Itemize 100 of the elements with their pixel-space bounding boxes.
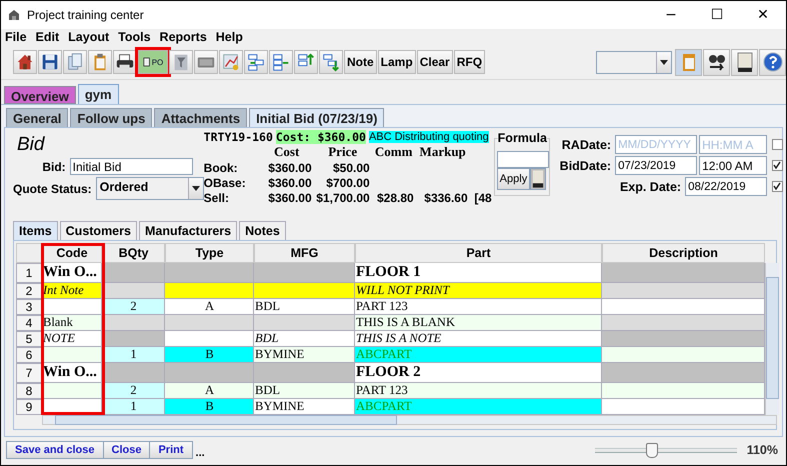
checkbox[interactable]: [772, 181, 784, 192]
row-label: OBase:: [204, 176, 247, 190]
toolbar-button[interactable]: Clear: [416, 50, 453, 74]
row-number: 7: [16, 363, 42, 384]
toolbar-button[interactable]: RFQ: [454, 50, 486, 74]
status-dropdown[interactable]: Ordered: [96, 177, 204, 200]
toolbar-button[interactable]: Lamp: [378, 50, 416, 74]
table-cell: FLOOR 2: [355, 363, 602, 384]
table-cell: 1: [102, 399, 165, 416]
table-cell: Win O...: [42, 263, 102, 284]
po-button[interactable]: PO: [138, 50, 168, 74]
tab[interactable]: General: [6, 108, 68, 128]
date-field[interactable]: MM/DD/YYYY: [615, 135, 698, 154]
price-value: [48: [473, 191, 493, 206]
horizontal-scrollbar[interactable]: [42, 415, 777, 426]
table-corner: [16, 243, 42, 264]
column-header[interactable]: Type: [165, 243, 254, 264]
group-title: Formula: [498, 131, 547, 146]
tab[interactable]: Attachments: [154, 108, 248, 128]
toolbar-button[interactable]: [113, 50, 137, 74]
date-field[interactable]: 08/22/2019: [685, 177, 768, 196]
price-value: $336.60: [423, 191, 469, 206]
footer-button[interactable]: Close: [102, 441, 150, 460]
field-label: Bid:: [42, 160, 66, 174]
column-header[interactable]: Part: [355, 243, 602, 264]
flowchart-icon: [321, 52, 341, 72]
time-field[interactable]: HH:MM A: [699, 135, 768, 154]
bid-field[interactable]: Initial Bid: [70, 158, 193, 176]
column-label: Cost: [273, 144, 300, 160]
price-value: $360.00: [267, 191, 313, 206]
quote-number: TRTY19-160: [204, 130, 273, 144]
column-header[interactable]: BQty: [102, 243, 165, 264]
footer-button[interactable]: Save and close: [6, 441, 104, 460]
menu-item[interactable]: Help: [216, 30, 243, 44]
table-cell: BDL: [254, 331, 355, 348]
toolbar-button[interactable]: Note: [344, 50, 377, 74]
row-label: Book:: [204, 161, 239, 176]
table-cell: NOTE: [42, 331, 102, 348]
row-number: 4: [16, 315, 42, 332]
table-cell: FLOOR 1: [355, 263, 602, 284]
toolbar-button[interactable]: [38, 50, 62, 74]
menu-item[interactable]: Tools: [118, 30, 151, 44]
calculator-button[interactable]: [530, 168, 546, 190]
table-cell: ABCPART: [355, 399, 602, 416]
more-label: ...: [196, 447, 205, 460]
row-number: 6: [16, 347, 42, 364]
time-field[interactable]: 12:00 AM: [699, 156, 768, 176]
table-cell: BDL: [254, 299, 355, 316]
cost-label: Cost: $360.00: [276, 130, 366, 144]
tab[interactable]: Initial Bid (07/23/19): [249, 108, 384, 128]
price-value: $50.00: [332, 161, 371, 176]
checkbox[interactable]: [772, 160, 784, 172]
checkbox[interactable]: [772, 139, 784, 150]
row-number: 1: [16, 263, 42, 284]
toolbar-button[interactable]: [13, 50, 37, 74]
formula-field[interactable]: [496, 151, 549, 168]
column-header[interactable]: MFG: [254, 243, 355, 264]
price-value: $28.80: [376, 191, 415, 206]
price-value: $360.00: [267, 176, 313, 190]
price-value: $360.00: [267, 161, 313, 176]
column-label: Markup: [418, 144, 467, 160]
pages-icon: [65, 52, 85, 72]
table-cell: THIS IS A BLANK: [355, 315, 602, 332]
table-cell: PART 123: [355, 299, 602, 316]
apply-button[interactable]: Apply: [496, 168, 530, 190]
vertical-scrollbar[interactable]: [765, 263, 779, 416]
date-field[interactable]: 07/23/2019: [615, 156, 698, 176]
menu-item[interactable]: Layout: [68, 30, 110, 44]
tab[interactable]: Follow ups: [70, 108, 152, 128]
row-number: 8: [16, 383, 42, 400]
chart-icon: [221, 52, 241, 72]
toolbar-button[interactable]: [703, 48, 730, 76]
column-label: Price: [327, 144, 358, 160]
flowchart-icon: [246, 52, 266, 72]
table-cell: B: [165, 399, 254, 416]
app-icon: [7, 8, 21, 22]
row-label: Sell:: [204, 191, 230, 206]
footer-button[interactable]: Print: [149, 441, 193, 460]
table-cell: Int Note: [42, 283, 102, 300]
menu-item[interactable]: File: [5, 30, 27, 44]
field-label: Quote Status:: [13, 182, 92, 196]
tab[interactable]: Items: [13, 221, 58, 240]
column-header[interactable]: Description: [602, 243, 765, 264]
menu-item[interactable]: Edit: [36, 30, 60, 44]
toolbar-button[interactable]: [731, 48, 758, 76]
field-label: BidDate:: [560, 158, 612, 173]
table-cell: Win O...: [42, 363, 102, 384]
row-number: 3: [16, 299, 42, 316]
window-title: Project training center: [27, 8, 144, 22]
menu-item[interactable]: Reports: [160, 30, 207, 44]
tab[interactable]: gym: [78, 84, 119, 104]
table-cell: BDL: [254, 383, 355, 400]
table-cell: ABCPART: [355, 347, 602, 364]
tab[interactable]: Overview: [4, 86, 76, 104]
price-value: $1,700.00: [315, 191, 371, 206]
caret-icon: [192, 186, 200, 192]
table-cell: THIS IS A NOTE: [355, 331, 602, 348]
panel-icon: [532, 169, 544, 190]
slider-thumb[interactable]: [646, 443, 658, 458]
column-label: Comm: [374, 144, 414, 160]
